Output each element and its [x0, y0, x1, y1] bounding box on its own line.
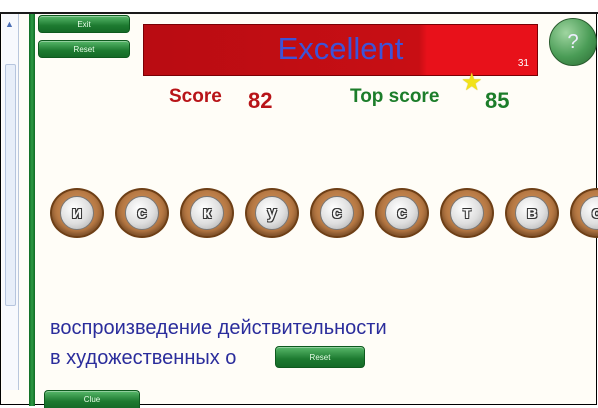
letter: у: [255, 196, 289, 230]
definition-line-2: в художественных о: [50, 347, 237, 369]
letter-ball[interactable]: к: [180, 188, 234, 238]
score-value: 82: [248, 88, 273, 113]
scroll-thumb[interactable]: [5, 64, 16, 306]
definition-line-1: воспроизведение действительности: [50, 317, 387, 339]
letter: в: [515, 196, 549, 230]
left-green-strip: [29, 14, 35, 406]
letter: т: [450, 196, 484, 230]
scroll-up-icon[interactable]: ▲: [5, 20, 14, 29]
letter-ball[interactable]: с: [115, 188, 169, 238]
clue-button[interactable]: Clue: [44, 390, 140, 408]
banner-title: Excellent: [277, 31, 404, 66]
banner-count: 31: [517, 58, 529, 69]
letter-ball[interactable]: и: [50, 188, 104, 238]
top-score-value: 85: [485, 88, 510, 113]
window-top-bar: [0, 0, 598, 14]
letter: и: [60, 196, 94, 230]
letter-ball[interactable]: в: [505, 188, 559, 238]
letter-balls: и с к у с с т в о: [50, 188, 598, 238]
help-button[interactable]: ?: [549, 18, 597, 66]
top-score-label: Top score: [350, 86, 440, 107]
reset-top-button[interactable]: Reset: [38, 40, 130, 58]
left-scrollbar[interactable]: ▲: [2, 14, 19, 390]
letter: о: [580, 196, 598, 230]
letter: к: [190, 196, 224, 230]
letter-ball[interactable]: т: [440, 188, 494, 238]
letter-ball[interactable]: с: [375, 188, 429, 238]
score-label: Score: [169, 86, 222, 107]
exit-button[interactable]: Exit: [38, 15, 130, 33]
letter: с: [385, 196, 419, 230]
reset-bottom-button[interactable]: Reset: [275, 346, 365, 368]
letter-ball[interactable]: у: [245, 188, 299, 238]
letter: с: [320, 196, 354, 230]
letter: с: [125, 196, 159, 230]
letter-ball[interactable]: о: [570, 188, 598, 238]
letter-ball[interactable]: с: [310, 188, 364, 238]
star-icon: ★: [461, 69, 483, 96]
